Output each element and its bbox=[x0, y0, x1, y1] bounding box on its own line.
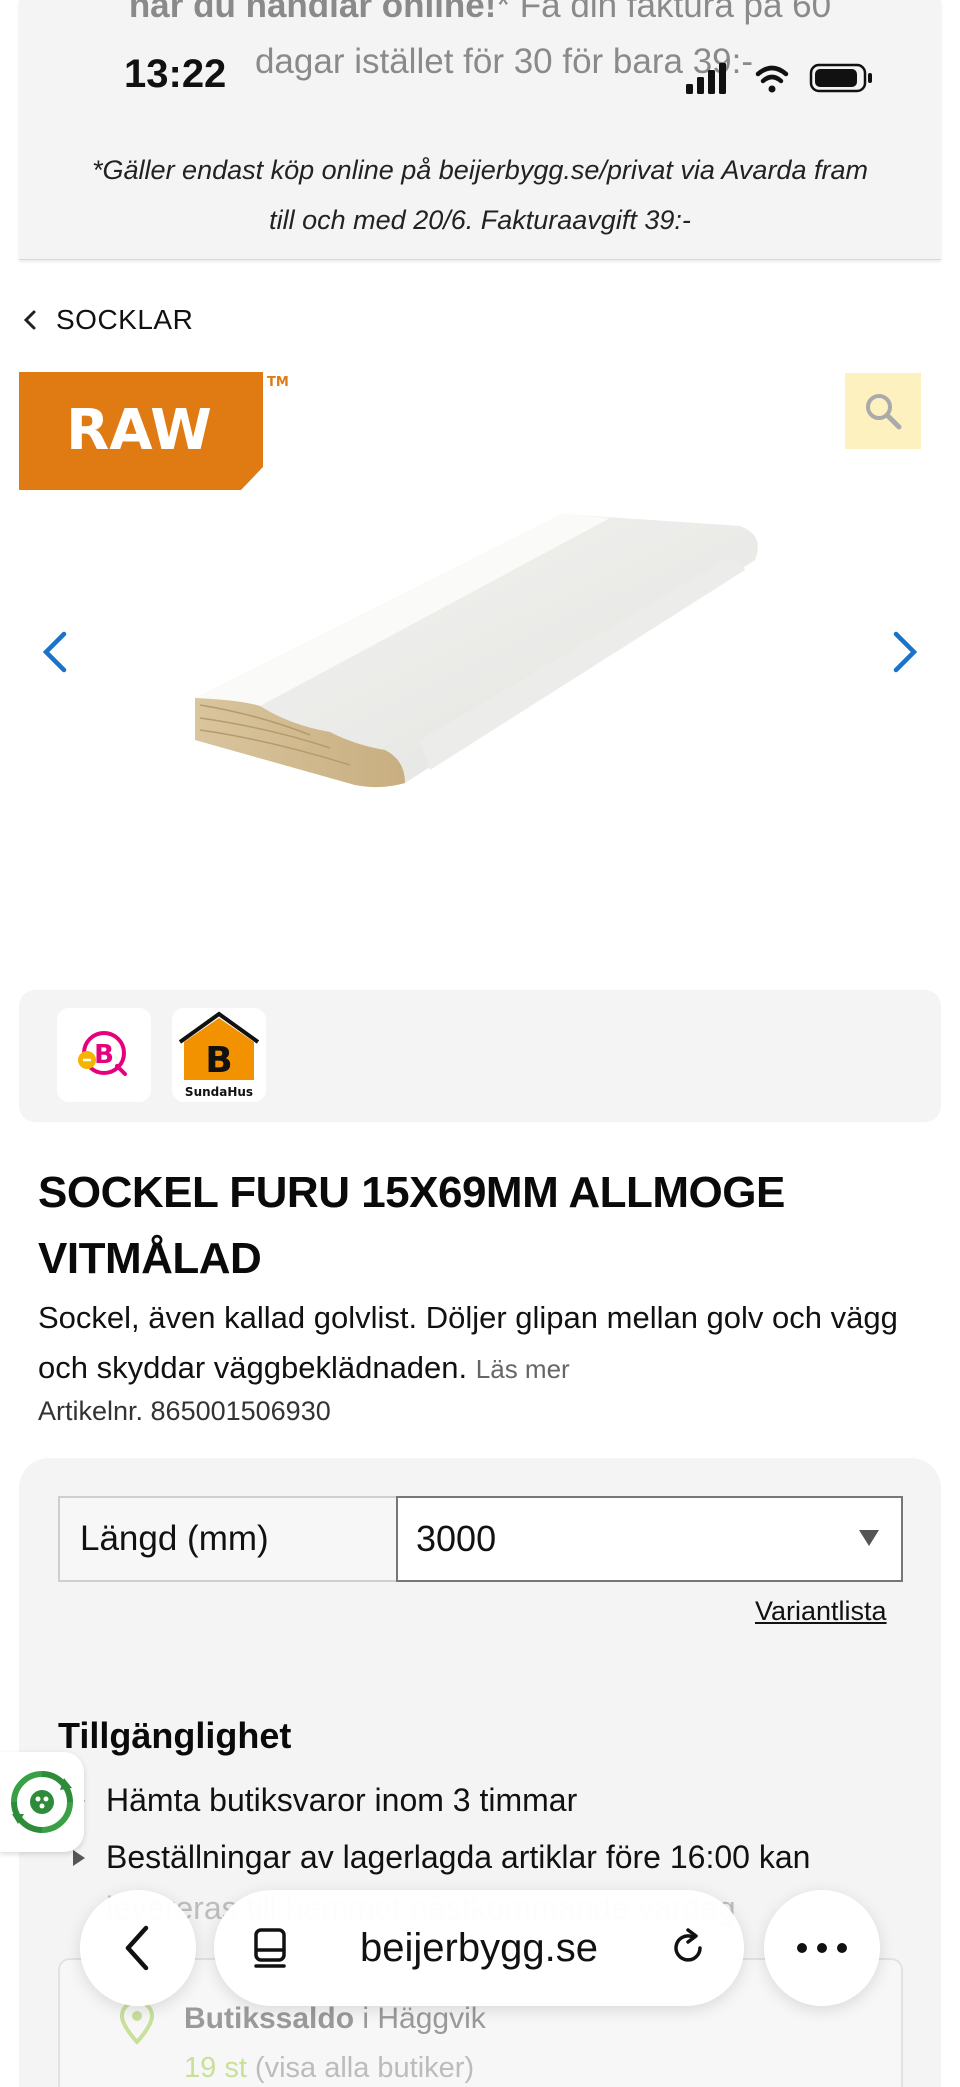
svg-text:B: B bbox=[205, 1040, 232, 1081]
availability-item-text: Beställningar av lagerlagda artiklar för… bbox=[106, 1839, 811, 1875]
promo-note-line-1: *Gäller endast köp online på beijerbygg.… bbox=[92, 155, 868, 185]
length-select[interactable]: 3000 bbox=[396, 1496, 903, 1582]
cellular-signal-icon bbox=[686, 63, 726, 94]
more-icon bbox=[797, 1943, 847, 1953]
raw-brand-logo: RAW TM bbox=[19, 372, 289, 490]
length-select-value: 3000 bbox=[416, 1518, 497, 1559]
eco-badge[interactable] bbox=[0, 1752, 84, 1852]
article-number: Artikelnr. 865001506930 bbox=[38, 1396, 331, 1426]
variant-label: Längd (mm) bbox=[58, 1496, 396, 1582]
url-text: beijerbygg.se bbox=[360, 1926, 598, 1970]
promo-line-1: när du handlar online!* Få din faktura p… bbox=[19, 0, 941, 26]
reader-mode-icon[interactable] bbox=[250, 1926, 290, 1972]
reload-icon[interactable] bbox=[666, 1926, 710, 1970]
raw-logo-text: RAW bbox=[66, 398, 212, 463]
store-stock-count-line: 19 st (visa alla butiker) bbox=[184, 2052, 474, 2085]
promo-note: *Gäller endast köp online på beijerbygg.… bbox=[19, 145, 941, 245]
product-title-line-1: SOCKEL FURU 15X69MM ALLMOGE bbox=[38, 1168, 785, 1217]
store-stock-count: 19 st bbox=[184, 2052, 247, 2084]
battery-icon bbox=[809, 63, 872, 93]
byggvarubedomningen-badge[interactable]: B bbox=[57, 1008, 151, 1102]
product-page: när du handlar online!* Få din faktura p… bbox=[0, 0, 960, 2087]
gallery-prev-button[interactable] bbox=[38, 628, 74, 676]
product-title-line-2: VITMÅLAD bbox=[38, 1234, 262, 1283]
promo-rest-text: * Få din faktura på 60 bbox=[496, 0, 832, 25]
sundahus-icon: B SundaHus bbox=[178, 1011, 260, 1099]
bvb-icon: B bbox=[78, 1031, 127, 1076]
promo-banner: när du handlar online!* Få din faktura p… bbox=[19, 0, 941, 260]
promo-bold-text: när du handlar online! bbox=[128, 0, 497, 25]
sundahus-badge[interactable]: B SundaHus bbox=[172, 1008, 266, 1102]
product-image[interactable] bbox=[180, 500, 780, 800]
breadcrumb[interactable]: SOCKLAR bbox=[20, 300, 193, 340]
product-title: SOCKEL FURU 15X69MM ALLMOGE VITMÅLAD bbox=[38, 1160, 918, 1292]
gallery-next-button[interactable] bbox=[886, 628, 922, 676]
raw-logo-tm: TM bbox=[267, 375, 289, 390]
status-icons bbox=[686, 63, 872, 94]
certification-badges: B B SundaHus bbox=[19, 990, 941, 1122]
browser-back-button[interactable] bbox=[80, 1890, 196, 2006]
show-all-stores-link[interactable]: (visa alla butiker) bbox=[247, 2052, 474, 2084]
store-stock-location: i Häggvik bbox=[354, 2002, 486, 2035]
zoom-button[interactable] bbox=[845, 373, 921, 449]
store-stock-label: Butikssaldo i Häggvik bbox=[184, 2002, 486, 2036]
svg-text:SundaHus: SundaHus bbox=[185, 1085, 253, 1099]
chevron-left-icon bbox=[125, 1925, 149, 1971]
breadcrumb-label: SOCKLAR bbox=[56, 304, 194, 335]
svg-text:B: B bbox=[94, 1040, 114, 1070]
wifi-icon bbox=[755, 65, 789, 93]
variant-selector: Längd (mm) 3000 bbox=[58, 1496, 903, 1582]
recycle-icon bbox=[11, 1771, 73, 1833]
promo-note-line-2: till och med 20/6. Fakturaavgift 39:- bbox=[269, 205, 691, 235]
read-more-link[interactable]: Läs mer bbox=[476, 1354, 570, 1384]
store-stock-bold: Butikssaldo bbox=[184, 2002, 355, 2035]
status-time: 13:22 bbox=[124, 52, 227, 96]
address-bar[interactable]: beijerbygg.se bbox=[214, 1890, 744, 2006]
chevron-left-icon bbox=[23, 310, 36, 330]
availability-item-text: Hämta butiksvaror inom 3 timmar bbox=[106, 1782, 578, 1818]
caret-down-icon bbox=[859, 1530, 879, 1546]
availability-item: Hämta butiksvaror inom 3 timmar bbox=[70, 1782, 577, 1819]
availability-item: Beställningar av lagerlagda artiklar för… bbox=[70, 1839, 810, 1876]
variant-list-link[interactable]: Variantlista bbox=[755, 1596, 887, 1627]
browser-more-button[interactable] bbox=[764, 1890, 880, 2006]
product-description: Sockel, även kallad golvlist. Döljer gli… bbox=[38, 1293, 928, 1394]
description-text: Sockel, även kallad golvlist. Döljer gli… bbox=[38, 1300, 898, 1385]
availability-title: Tillgänglighet bbox=[58, 1715, 292, 1756]
search-icon bbox=[866, 394, 902, 430]
